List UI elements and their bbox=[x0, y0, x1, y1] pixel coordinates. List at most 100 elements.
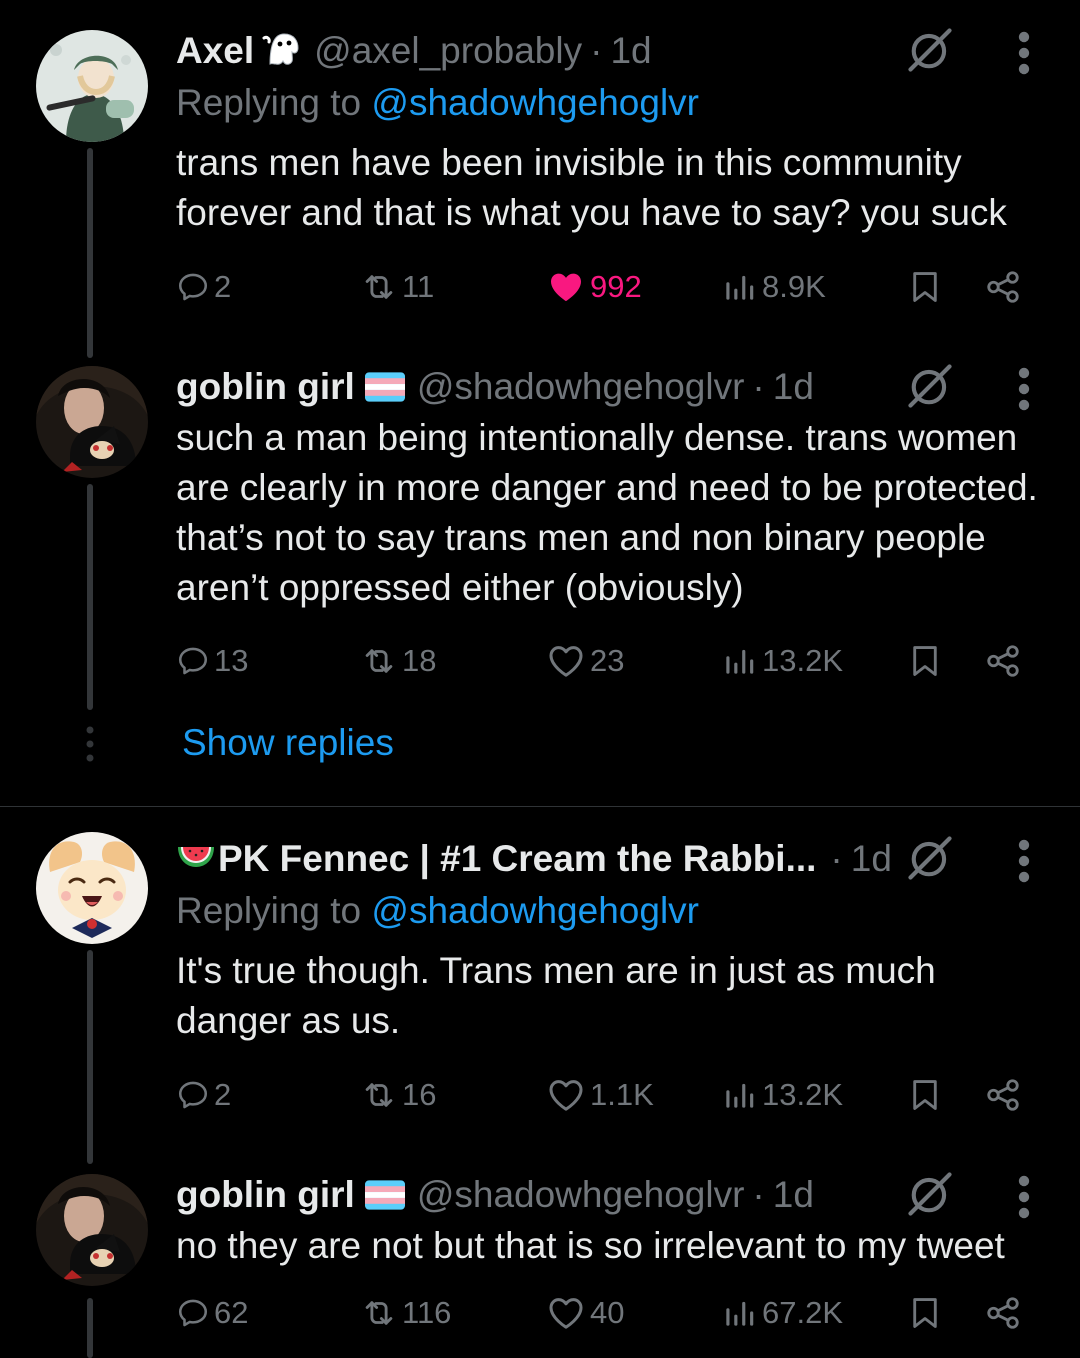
mention-link[interactable]: @shadowhgehoglvr bbox=[371, 890, 699, 931]
tweet[interactable]: goblin girl @shadowhgehoglvr · 1d such a… bbox=[0, 356, 1080, 716]
retweet-icon bbox=[360, 642, 398, 680]
retweet-button[interactable]: 16 bbox=[360, 1070, 436, 1120]
reply-button[interactable]: 2 bbox=[176, 1070, 231, 1120]
thread-line bbox=[87, 148, 93, 358]
share-icon bbox=[984, 1076, 1022, 1114]
share-button[interactable] bbox=[984, 1070, 1022, 1120]
view-count: 13.2K bbox=[762, 643, 844, 678]
tweet-header: goblin girl @shadowhgehoglvr · 1d bbox=[176, 358, 814, 416]
tweet-text: trans men have been invisible in this co… bbox=[176, 142, 1007, 233]
retweet-icon bbox=[360, 268, 398, 306]
share-button[interactable] bbox=[984, 1288, 1022, 1338]
tweet-actions: 2 16 1.1K 13.2K bbox=[176, 1070, 1036, 1120]
timestamp[interactable]: 1d bbox=[773, 1174, 814, 1216]
views-icon bbox=[720, 1294, 758, 1332]
bookmark-button[interactable] bbox=[906, 636, 944, 686]
share-button[interactable] bbox=[984, 262, 1022, 312]
separator-dot: · bbox=[752, 1174, 765, 1215]
tweet[interactable]: Axel @axel_probably · 1d Replying to @sh… bbox=[0, 20, 1080, 358]
handle[interactable]: @shadowhgehoglvr bbox=[417, 366, 745, 408]
retweet-count: 116 bbox=[402, 1295, 452, 1330]
tweet[interactable]: PK Fennec | #1 Cream the Rabbi... · 1d R… bbox=[0, 828, 1080, 1164]
retweet-count: 18 bbox=[402, 643, 437, 678]
grok-icon[interactable] bbox=[904, 24, 956, 76]
view-count: 13.2K bbox=[762, 1077, 844, 1112]
grok-icon[interactable] bbox=[904, 360, 956, 412]
retweet-count: 11 bbox=[402, 269, 435, 304]
bookmark-button[interactable] bbox=[906, 262, 944, 312]
replying-prefix: Replying to bbox=[176, 82, 362, 123]
display-name[interactable]: Axel bbox=[176, 30, 254, 72]
like-button[interactable]: 1.1K bbox=[546, 1070, 654, 1120]
bookmark-icon bbox=[906, 642, 944, 680]
timestamp[interactable]: 1d bbox=[610, 30, 651, 72]
tweet-text: no they are not but that is so irrelevan… bbox=[176, 1225, 1005, 1266]
thread-dots-icon bbox=[86, 726, 94, 762]
views-icon bbox=[720, 642, 758, 680]
share-button[interactable] bbox=[984, 636, 1022, 686]
views-button[interactable]: 13.2K bbox=[720, 1070, 843, 1120]
separator-dot: · bbox=[590, 30, 603, 71]
grok-icon[interactable] bbox=[904, 832, 956, 884]
avatar[interactable] bbox=[36, 30, 148, 142]
timestamp[interactable]: 1d bbox=[773, 366, 814, 408]
like-count: 23 bbox=[590, 643, 625, 678]
handle[interactable]: @shadowhgehoglvr bbox=[417, 1174, 745, 1216]
thread-line bbox=[87, 1298, 93, 1358]
views-button[interactable]: 8.9K bbox=[720, 262, 826, 312]
thread-line bbox=[87, 950, 93, 1164]
retweet-count: 16 bbox=[402, 1077, 437, 1112]
display-name[interactable]: goblin girl bbox=[176, 366, 355, 408]
retweet-button[interactable]: 11 bbox=[360, 262, 434, 312]
handle[interactable]: @axel_probably bbox=[314, 30, 582, 72]
views-icon bbox=[720, 268, 758, 306]
heart-icon bbox=[546, 641, 586, 681]
view-count: 8.9K bbox=[762, 269, 826, 304]
replying-prefix: Replying to bbox=[176, 890, 362, 931]
retweet-button[interactable]: 18 bbox=[360, 636, 436, 686]
like-button[interactable]: 992 bbox=[546, 262, 642, 312]
separator-dot: · bbox=[830, 838, 843, 879]
like-button[interactable]: 23 bbox=[546, 636, 624, 686]
avatar[interactable] bbox=[36, 832, 148, 944]
timestamp[interactable]: 1d bbox=[851, 838, 892, 880]
reply-button[interactable]: 13 bbox=[176, 636, 248, 686]
more-options-icon[interactable] bbox=[1010, 1172, 1038, 1222]
reply-count: 13 bbox=[214, 643, 249, 678]
transgender-flag-emoji-icon bbox=[365, 372, 405, 402]
display-name[interactable]: PK Fennec | #1 Cream the Rabbi... bbox=[218, 838, 816, 880]
replying-to: Replying to @shadowhgehoglvr bbox=[176, 890, 699, 932]
share-icon bbox=[984, 268, 1022, 306]
replying-to: Replying to @shadowhgehoglvr bbox=[176, 82, 699, 124]
avatar[interactable] bbox=[36, 1174, 148, 1286]
more-options-icon[interactable] bbox=[1010, 364, 1038, 414]
show-replies-link[interactable]: Show replies bbox=[182, 722, 394, 764]
reply-icon bbox=[176, 1296, 210, 1330]
bookmark-button[interactable] bbox=[906, 1070, 944, 1120]
views-button[interactable]: 13.2K bbox=[720, 636, 843, 686]
share-icon bbox=[984, 1294, 1022, 1332]
bookmark-icon bbox=[906, 1294, 944, 1332]
bookmark-icon bbox=[906, 1076, 944, 1114]
bookmark-button[interactable] bbox=[906, 1288, 944, 1338]
like-button[interactable]: 40 bbox=[546, 1288, 624, 1338]
reply-button[interactable]: 62 bbox=[176, 1288, 248, 1338]
avatar[interactable] bbox=[36, 366, 148, 478]
more-options-icon[interactable] bbox=[1010, 28, 1038, 78]
retweet-button[interactable]: 116 bbox=[360, 1288, 451, 1338]
views-button[interactable]: 67.2K bbox=[720, 1288, 843, 1338]
reply-count: 2 bbox=[214, 1077, 232, 1112]
reply-button[interactable]: 2 bbox=[176, 262, 231, 312]
grok-icon[interactable] bbox=[904, 1168, 956, 1220]
display-name[interactable]: goblin girl bbox=[176, 1174, 355, 1216]
tweet[interactable]: goblin girl @shadowhgehoglvr · 1d no the… bbox=[0, 1164, 1080, 1358]
more-options-icon[interactable] bbox=[1010, 836, 1038, 886]
tweet-text: It's true though. Trans men are in just … bbox=[176, 950, 936, 1041]
tweet-header: Axel @axel_probably · 1d bbox=[176, 22, 652, 80]
tweet-text: such a man being intentionally dense. tr… bbox=[176, 417, 1038, 608]
like-count: 40 bbox=[590, 1295, 625, 1330]
mention-link[interactable]: @shadowhgehoglvr bbox=[371, 82, 699, 123]
thread-line bbox=[87, 484, 93, 710]
bookmark-icon bbox=[906, 268, 944, 306]
views-icon bbox=[720, 1076, 758, 1114]
